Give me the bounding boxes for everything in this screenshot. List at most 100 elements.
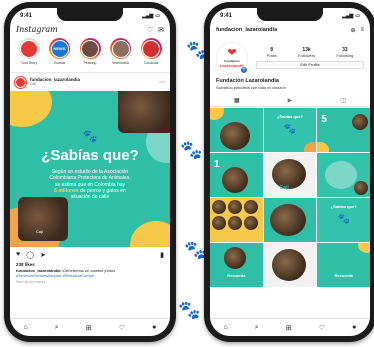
battery-icon: ▭ bbox=[355, 12, 360, 19]
reels-tab-icon[interactable]: ▶ bbox=[288, 97, 293, 104]
activity-icon[interactable]: ♡ bbox=[319, 324, 325, 332]
post-body-line: se estima que en Colombia hay bbox=[54, 181, 126, 188]
dog-photo bbox=[224, 247, 246, 269]
activity-icon[interactable]: ♡ bbox=[119, 324, 125, 332]
battery-icon: ▭ bbox=[155, 12, 160, 19]
stat-label: Followers bbox=[297, 53, 316, 58]
tagged-tab-icon[interactable]: ◫ bbox=[340, 97, 346, 104]
post-body-line: Según un estudio de la Asociación bbox=[51, 169, 129, 175]
grid-tab-icon[interactable]: ▦ bbox=[234, 97, 240, 104]
dog-photo bbox=[118, 91, 170, 133]
grid-post[interactable]: Recuerda bbox=[210, 243, 263, 287]
dog-photo bbox=[222, 167, 248, 193]
phone-feed: 9:41 ▂▄▆ ▭ Instagram ♡ ✉ Your Story NEWS… bbox=[4, 2, 176, 342]
post-header: fundacion_lazarolandia Cali ⋯ bbox=[10, 73, 170, 91]
post-caption: fundacion_lazarolandia ¡Generemos un cam… bbox=[10, 267, 170, 279]
stories-row: Your Story NEWS Ecosta Petshop Veterinar… bbox=[10, 36, 170, 72]
profile-avatar[interactable]: ❤ Fundación Lazarolandia + bbox=[216, 42, 248, 74]
dog-photo bbox=[18, 197, 68, 241]
decor-blob bbox=[358, 243, 370, 253]
paw-icon: 🐾 bbox=[82, 129, 98, 143]
story-item[interactable]: Your Story bbox=[15, 38, 43, 72]
dog-photo bbox=[212, 200, 226, 214]
grid-post[interactable]: ¿Sabías que? 🐾 bbox=[317, 198, 370, 242]
profile-icon[interactable]: ● bbox=[152, 324, 156, 331]
grid-post[interactable] bbox=[317, 153, 370, 197]
grid-post[interactable] bbox=[263, 198, 317, 242]
heart-logo-icon: ❤ bbox=[227, 47, 237, 59]
story-item[interactable]: NEWS Ecosta bbox=[46, 38, 74, 72]
decor-blob bbox=[210, 108, 224, 120]
grid-post-title: ¿Sabías que? bbox=[330, 204, 357, 209]
phone-notch bbox=[257, 8, 323, 21]
dog-photo bbox=[220, 122, 250, 150]
signal-icon: ▂▄▆ bbox=[142, 12, 154, 19]
grid-post[interactable]: 5 bbox=[317, 108, 370, 152]
stat-followers[interactable]: 13k Followers bbox=[298, 47, 315, 58]
post-title: ¿Sabías que? bbox=[41, 147, 139, 164]
add-post-icon[interactable]: ⊞ bbox=[286, 324, 292, 332]
stat-following[interactable]: 33 Following bbox=[336, 47, 353, 58]
bottom-nav: ⌂ ⌕ ⊞ ♡ ● bbox=[10, 318, 170, 336]
home-icon[interactable]: ⌂ bbox=[224, 324, 228, 331]
search-icon[interactable]: ⌕ bbox=[255, 324, 259, 332]
story-label: Your Story bbox=[20, 61, 38, 65]
story-label: Petshop bbox=[83, 61, 97, 65]
story-item[interactable]: Veterinaria bbox=[107, 38, 135, 72]
grid-post[interactable]: Caji bbox=[263, 153, 317, 197]
add-story-icon[interactable]: + bbox=[240, 66, 248, 74]
profile-screen: 9:41 ▂▄▆ ▭ fundacion_lazarolandia ⊕ ≡ ❤ … bbox=[210, 8, 370, 336]
dog-photo bbox=[354, 181, 368, 195]
dog-photo bbox=[269, 204, 306, 236]
comment-icon[interactable]: ◯ bbox=[26, 251, 34, 259]
dog-photo bbox=[244, 200, 258, 214]
post-username[interactable]: fundacion_lazarolandia bbox=[30, 77, 80, 83]
edit-profile-button[interactable]: Edit Profile bbox=[256, 61, 364, 69]
story-item[interactable]: Petshop bbox=[76, 38, 104, 72]
profile-stats: 8 Posts 13k Followers 33 Following bbox=[256, 47, 364, 58]
post-image[interactable]: Caji 🐾 ¿Sabías que? Según un estudio de … bbox=[10, 91, 170, 247]
grid-post[interactable] bbox=[263, 243, 317, 287]
grid-post[interactable] bbox=[210, 198, 263, 242]
grid-post[interactable]: Recuerda bbox=[317, 243, 370, 287]
paw-icon: 🐾 bbox=[178, 300, 201, 320]
menu-icon[interactable]: ≡ bbox=[360, 27, 364, 34]
status-time: 9:41 bbox=[20, 12, 33, 19]
avatar[interactable] bbox=[15, 76, 26, 88]
app-logo: Instagram bbox=[16, 25, 58, 34]
like-icon[interactable]: ♥ bbox=[16, 251, 20, 258]
bookmark-icon[interactable]: ▮ bbox=[160, 251, 164, 259]
post-body-line: de perros y gatos en bbox=[80, 187, 126, 194]
grid-post[interactable]: 1 bbox=[210, 153, 263, 197]
dog-photo bbox=[352, 114, 368, 130]
search-icon[interactable]: ⌕ bbox=[55, 324, 59, 332]
profile-icon[interactable]: ● bbox=[352, 324, 356, 331]
stat-label: Following bbox=[336, 53, 354, 58]
dog-photo bbox=[212, 216, 226, 230]
post-body-line: situación de calle bbox=[70, 194, 110, 200]
messenger-icon[interactable]: ✉ bbox=[158, 26, 164, 34]
grid-post[interactable] bbox=[210, 108, 263, 152]
story-label: Veterinaria bbox=[112, 61, 129, 65]
home-icon[interactable]: ⌂ bbox=[24, 324, 28, 331]
status-icons: ▂▄▆ ▭ bbox=[342, 13, 360, 19]
profile-display-name: Fundación Lazarolandia bbox=[216, 78, 279, 84]
profile-summary: ❤ Fundación Lazarolandia + 8 Posts 13k F… bbox=[210, 37, 370, 75]
bottom-nav: ⌂ ⌕ ⊞ ♡ ● bbox=[210, 318, 370, 336]
share-icon[interactable]: ➤ bbox=[40, 251, 46, 259]
add-post-icon[interactable]: ⊞ bbox=[86, 324, 92, 332]
view-comments-link[interactable]: View all comments bbox=[10, 279, 170, 285]
grid-post[interactable]: ¿Sabías que? 🐾 bbox=[263, 108, 317, 152]
stat-posts[interactable]: 8 Posts bbox=[267, 47, 277, 58]
add-icon[interactable]: ⊕ bbox=[350, 27, 355, 34]
divider bbox=[210, 106, 370, 107]
caption-hashtags[interactable]: #TenerUnPerroesAdoptar #PetsofUaCompe bbox=[16, 273, 94, 278]
story-item[interactable]: Cocacola bbox=[137, 38, 165, 72]
dog-photo bbox=[244, 216, 258, 230]
phone-notch bbox=[57, 8, 123, 21]
app-header: Instagram ♡ ✉ bbox=[10, 23, 170, 36]
profile-username[interactable]: fundacion_lazarolandia bbox=[216, 27, 277, 33]
heart-icon[interactable]: ♡ bbox=[147, 26, 153, 34]
header-actions: ♡ ✉ bbox=[147, 26, 164, 34]
more-options-icon[interactable]: ⋯ bbox=[159, 79, 165, 86]
